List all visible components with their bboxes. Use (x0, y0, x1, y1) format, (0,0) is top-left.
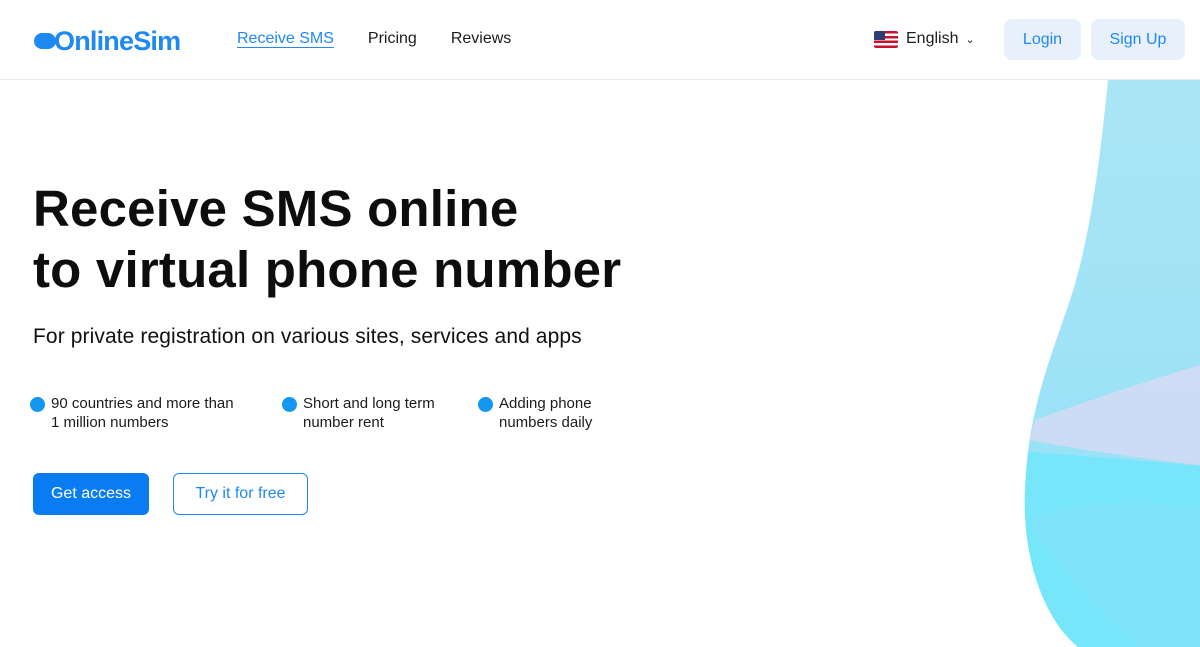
bullet-dot-icon (282, 397, 297, 412)
language-selector[interactable]: English ⌄ (874, 30, 975, 48)
feature-item: Adding phone numbers daily (478, 394, 648, 432)
feature-item: Short and long term number rent (282, 394, 472, 432)
nav-receive-sms[interactable]: Receive SMS (237, 30, 334, 48)
feature-text-line: Short and long term (303, 395, 435, 412)
decorative-wave-shape (1024, 80, 1200, 647)
bullet-dot-icon (30, 397, 45, 412)
hero-title-line-1: Receive SMS online (33, 180, 519, 237)
nav-pricing[interactable]: Pricing (368, 30, 417, 48)
hero-title-line-2: to virtual phone number (33, 241, 622, 298)
feature-item: 90 countries and more than 1 million num… (30, 394, 270, 432)
main-nav: Receive SMS Pricing Reviews (237, 30, 545, 48)
onlinesim-logo[interactable]: OnlineSim (34, 25, 181, 56)
logo-pill-icon (34, 33, 56, 49)
hero-title: Receive SMS online to virtual phone numb… (33, 178, 733, 300)
feature-text-line: numbers daily (499, 414, 593, 431)
login-button[interactable]: Login (1004, 19, 1081, 60)
feature-text-line: Adding phone (499, 395, 592, 412)
nav-reviews[interactable]: Reviews (451, 30, 511, 48)
signup-button[interactable]: Sign Up (1091, 19, 1185, 60)
try-free-button[interactable]: Try it for free (173, 473, 308, 515)
chevron-down-icon: ⌄ (965, 33, 975, 46)
bullet-dot-icon (478, 397, 493, 412)
site-header: OnlineSim Receive SMS Pricing Reviews En… (0, 0, 1200, 80)
us-flag-icon (874, 30, 898, 48)
feature-text-line: number rent (303, 414, 384, 431)
hero-subtitle: For private registration on various site… (33, 325, 582, 348)
language-label: English (906, 30, 959, 47)
feature-text-line: 90 countries and more than (51, 395, 234, 412)
logo-text: OnlineSim (54, 25, 181, 56)
feature-text-line: 1 million numbers (51, 414, 169, 431)
get-access-button[interactable]: Get access (33, 473, 149, 515)
